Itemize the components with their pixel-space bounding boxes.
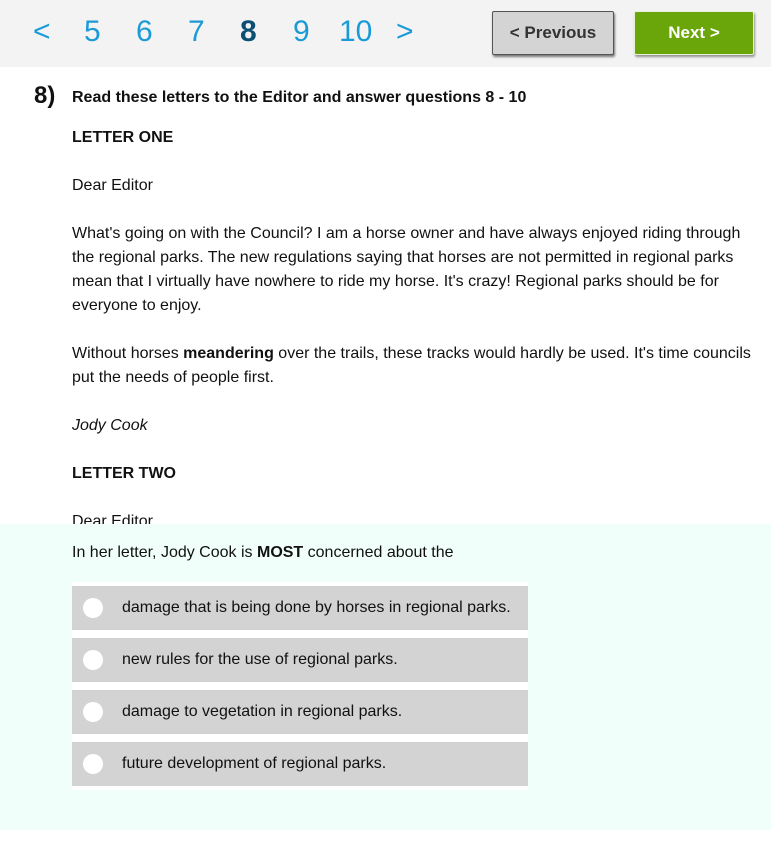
next-button[interactable]: Next > <box>634 11 754 55</box>
top-navigation-bar: < 5 6 7 8 9 10 > < Previous Next > <box>0 0 771 67</box>
stem-emphasis: MOST <box>256 544 304 561</box>
radio-button[interactable] <box>83 702 103 722</box>
letter-one-heading: LETTER ONE <box>72 129 174 146</box>
pager-page-9[interactable]: 9 <box>293 14 310 50</box>
question-panel: In her letter, Jody Cook is MOST concern… <box>0 524 771 830</box>
letter-two-salutation: Dear Editor <box>72 513 153 524</box>
pager-page-8-current[interactable]: 8 <box>240 14 257 50</box>
answer-option[interactable]: damage to vegetation in regional parks. <box>72 690 528 734</box>
question-stem: In her letter, Jody Cook is MOST concern… <box>72 544 454 562</box>
answer-option[interactable]: new rules for the use of regional parks. <box>72 638 528 682</box>
pager-page-5[interactable]: 5 <box>84 14 101 50</box>
answer-option-label: future development of regional parks. <box>122 755 387 772</box>
pager-prev-arrow[interactable]: < <box>33 14 51 50</box>
answer-option-label: damage to vegetation in regional parks. <box>122 703 403 720</box>
stem-text-after: concerned about the <box>303 544 454 561</box>
answer-option-label: new rules for the use of regional parks. <box>122 651 398 668</box>
stem-text-before: In her letter, Jody Cook is <box>72 544 257 561</box>
letter-one-paragraph-2: Without horses meandering over the trail… <box>72 342 762 390</box>
letter-one-signature: Jody Cook <box>72 414 762 438</box>
para2-text-before: Without horses <box>72 345 184 362</box>
answer-option[interactable]: future development of regional parks. <box>72 742 528 786</box>
pager-page-7[interactable]: 7 <box>188 14 205 50</box>
pager-page-6[interactable]: 6 <box>136 14 153 50</box>
radio-button[interactable] <box>83 650 103 670</box>
reading-passage[interactable]: Read these letters to the Editor and ans… <box>72 86 762 524</box>
signature-text: Jody Cook <box>72 417 148 434</box>
answer-options: damage that is being done by horses in r… <box>72 582 528 790</box>
pager-next-arrow[interactable]: > <box>396 14 414 50</box>
letter-one-salutation: Dear Editor <box>72 177 153 194</box>
radio-button[interactable] <box>83 754 103 774</box>
answer-option-label: damage that is being done by horses in r… <box>122 599 511 616</box>
letter-one-paragraph-1: What's going on with the Council? I am a… <box>72 225 741 314</box>
question-instruction: Read these letters to the Editor and ans… <box>72 89 527 106</box>
answer-option[interactable]: damage that is being done by horses in r… <box>72 586 528 630</box>
question-number: 8) <box>34 82 56 109</box>
pager-page-10[interactable]: 10 <box>339 14 372 50</box>
radio-button[interactable] <box>83 598 103 618</box>
letter-two-heading: LETTER TWO <box>72 465 176 482</box>
previous-button[interactable]: < Previous <box>492 11 614 55</box>
highlighted-word: meandering <box>183 345 274 362</box>
